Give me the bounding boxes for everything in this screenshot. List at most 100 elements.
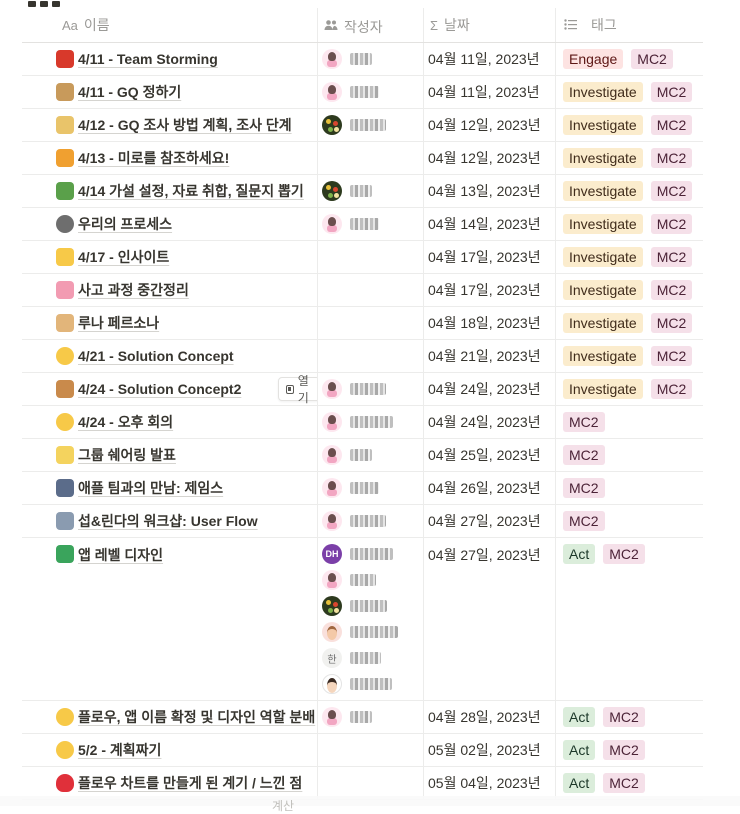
table-row[interactable]: 4/11 - Team Storming 04월 11일, 2023년 Engage… (22, 43, 703, 76)
tag-mc2[interactable]: MC2 (603, 740, 645, 760)
column-header-author[interactable]: 작성자 (318, 8, 424, 42)
tag-mc2[interactable]: MC2 (650, 214, 693, 234)
cell-author[interactable] (318, 76, 424, 108)
cell-tags[interactable]: Engage MC2 (556, 43, 703, 75)
column-header-date[interactable]: Σ 날짜 (424, 8, 556, 42)
page-title-link[interactable]: 애플 팀과의 만남: 제임스 (78, 478, 223, 498)
author-entry[interactable] (322, 567, 423, 593)
table-row[interactable]: 4/14 가설 설정, 자료 취합, 질문지 뽑기 04월 13일, 2023년 I… (22, 175, 703, 208)
page-title-link[interactable]: 4/11 - GQ 정하기 (78, 82, 181, 102)
table-row[interactable]: 플로우, 앱 이름 확정 및 디자인 역할 분배 04월 28일, 2023년 Ac… (22, 701, 703, 734)
cell-name[interactable]: 4/11 - GQ 정하기 (22, 76, 318, 108)
cell-tags[interactable]: Investigate MC2 (556, 307, 703, 339)
page-title-link[interactable]: 4/11 - Team Storming (78, 51, 218, 67)
page-title-link[interactable]: 4/24 - 오후 회의 (78, 412, 173, 432)
page-title-link[interactable]: 루나 페르소나 (78, 313, 159, 333)
table-row[interactable]: 우리의 프로세스 04월 14일, 2023년 Investigate MC2 (22, 208, 703, 241)
table-row[interactable]: 4/13 - 미로를 참조하세요! 04월 12일, 2023년 Investiga… (22, 142, 703, 175)
cell-name[interactable]: 우리의 프로세스 (22, 208, 318, 240)
tag-act[interactable]: Act (563, 773, 596, 793)
cell-tags[interactable]: MC2 (556, 439, 703, 471)
author-entry[interactable] (322, 178, 423, 204)
page-title-link[interactable]: 4/12 - GQ 조사 방법 계획, 조사 단계 (78, 115, 292, 135)
tag-investigate[interactable]: Investigate (563, 82, 643, 102)
tag-investigate[interactable]: Investigate (563, 115, 643, 135)
cell-tags[interactable]: Act MC2 (556, 538, 703, 700)
cell-tags[interactable]: Act MC2 (556, 701, 703, 733)
table-row[interactable]: 애플 팀과의 만남: 제임스 04월 26일, 2023년 MC2 (22, 472, 703, 505)
author-entry[interactable] (322, 704, 423, 730)
cell-tags[interactable]: Investigate MC2 (556, 175, 703, 207)
cell-name[interactable]: 4/11 - Team Storming (22, 43, 318, 75)
cell-name[interactable]: 플로우, 앱 이름 확정 및 디자인 역할 분배 (22, 701, 318, 733)
cell-author[interactable]: DH 한 (318, 538, 424, 700)
cell-name[interactable]: 루나 페르소나 (22, 307, 318, 339)
tag-investigate[interactable]: Investigate (563, 280, 643, 300)
author-entry[interactable] (322, 46, 423, 72)
table-row[interactable]: 4/24 - Solution Concept2⋮⋮열기 04월 24일, 202… (22, 373, 703, 406)
cell-tags[interactable]: Investigate MC2 (556, 340, 703, 372)
page-title-link[interactable]: 4/24 - Solution Concept2 (78, 381, 241, 397)
cell-tags[interactable]: Investigate MC2 (556, 109, 703, 141)
cell-author[interactable] (318, 274, 424, 306)
tag-mc2[interactable]: MC2 (650, 115, 693, 135)
tag-mc2[interactable]: MC2 (563, 511, 605, 531)
cell-author[interactable] (318, 175, 424, 207)
cell-name[interactable]: 4/17 - 인사이트 (22, 241, 318, 273)
tag-mc2[interactable]: MC2 (563, 445, 605, 465)
cell-name[interactable]: 4/21 - Solution Concept (22, 340, 318, 372)
cell-author[interactable] (318, 701, 424, 733)
cell-tags[interactable]: Investigate MC2 (556, 208, 703, 240)
cell-author[interactable] (318, 43, 424, 75)
tag-mc2[interactable]: MC2 (650, 247, 693, 267)
page-title-link[interactable]: 우리의 프로세스 (78, 214, 172, 234)
author-entry[interactable]: 한 (322, 645, 423, 671)
cell-author[interactable] (318, 340, 424, 372)
cell-tags[interactable]: MC2 (556, 472, 703, 504)
table-row[interactable]: 그룹 쉐어링 발표 04월 25일, 2023년 MC2 (22, 439, 703, 472)
tag-investigate[interactable]: Investigate (563, 148, 643, 168)
tag-mc2[interactable]: MC2 (650, 313, 693, 333)
cell-author[interactable] (318, 439, 424, 471)
cell-name[interactable]: 4/14 가설 설정, 자료 취합, 질문지 뽑기 (22, 175, 318, 207)
tag-mc2[interactable]: MC2 (563, 478, 605, 498)
cell-name[interactable]: 섭&린다의 워크샵: User Flow (22, 505, 318, 537)
page-title-link[interactable]: 앱 레벨 디자인 (78, 545, 163, 565)
tag-mc2[interactable]: MC2 (650, 181, 693, 201)
table-row[interactable]: 4/17 - 인사이트 04월 17일, 2023년 Investigate MC2 (22, 241, 703, 274)
open-page-button[interactable]: 열기 (278, 374, 317, 405)
tag-mc2[interactable]: MC2 (650, 82, 693, 102)
author-entry[interactable] (322, 79, 423, 105)
tag-investigate[interactable]: Investigate (563, 214, 643, 234)
column-header-name[interactable]: Aa 이름 (22, 8, 318, 42)
cell-author[interactable] (318, 472, 424, 504)
table-row[interactable]: 4/12 - GQ 조사 방법 계획, 조사 단계 04월 12일, 2023년 I… (22, 109, 703, 142)
cell-author[interactable] (318, 734, 424, 766)
table-row[interactable]: 4/21 - Solution Concept 04월 21일, 2023년 Inv… (22, 340, 703, 373)
tag-mc2[interactable]: MC2 (603, 707, 645, 727)
tag-engage[interactable]: Engage (563, 49, 624, 69)
tag-act[interactable]: Act (563, 544, 596, 564)
cell-name[interactable]: 4/13 - 미로를 참조하세요! (22, 142, 318, 174)
author-entry[interactable] (322, 619, 423, 645)
tag-act[interactable]: Act (563, 707, 596, 727)
author-entry[interactable] (322, 409, 423, 435)
cell-tags[interactable]: Act MC2 (556, 734, 703, 766)
author-entry[interactable] (322, 442, 423, 468)
tag-mc2[interactable]: MC2 (563, 412, 605, 432)
page-title-link[interactable]: 사고 과정 중간정리 (78, 280, 189, 300)
tag-mc2[interactable]: MC2 (650, 280, 693, 300)
tag-mc2[interactable]: MC2 (631, 49, 673, 69)
tag-investigate[interactable]: Investigate (563, 346, 643, 366)
page-title-link[interactable]: 섭&린다의 워크샵: User Flow (78, 511, 258, 531)
author-entry[interactable] (322, 376, 423, 402)
author-entry[interactable] (322, 593, 423, 619)
table-row[interactable]: 4/11 - GQ 정하기 04월 11일, 2023년 Investigate MC… (22, 76, 703, 109)
cell-name[interactable]: 플로우 차트를 만들게 된 계기 / 느낀 점 (22, 767, 318, 799)
author-entry[interactable] (322, 508, 423, 534)
author-entry[interactable] (322, 211, 423, 237)
cell-name[interactable]: 앱 레벨 디자인 (22, 538, 318, 700)
cell-tags[interactable]: Investigate MC2 (556, 373, 703, 405)
cell-name[interactable]: 5/2 - 계획짜기 (22, 734, 318, 766)
cell-tags[interactable]: Investigate MC2 (556, 274, 703, 306)
